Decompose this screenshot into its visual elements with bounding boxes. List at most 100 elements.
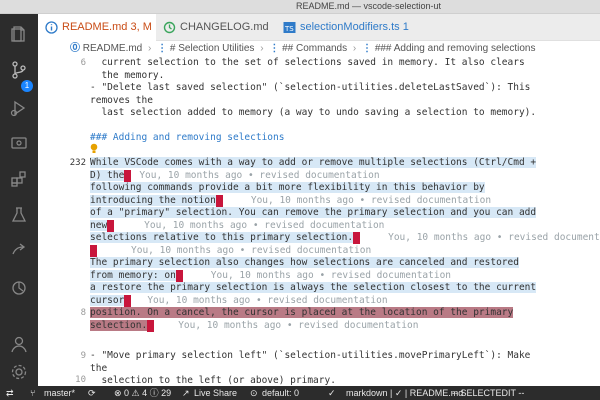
sync-icon[interactable]: ⟳: [88, 387, 96, 399]
tab-status: 1: [402, 21, 409, 33]
source-control-badge: 1: [21, 80, 33, 92]
line-number: 8: [80, 308, 86, 318]
code-line: last selection added to memory (a way to…: [90, 107, 537, 118]
source-control-icon[interactable]: [9, 60, 29, 80]
problems-indicator[interactable]: ⊗ 0 ⚠ 4 ⓘ 29: [114, 387, 171, 399]
port-indicator[interactable]: default: 0: [262, 387, 299, 399]
mode-indicator: -- SELECTEDIT --: [452, 388, 525, 398]
blame-annotation: You, 10 months ago • revised documentati…: [388, 232, 600, 243]
code-area[interactable]: current selection to the set of selectio…: [90, 57, 600, 386]
markdown-icon: ⓪: [70, 43, 80, 54]
code-text: - "Delete last saved selection" (`select…: [90, 82, 531, 93]
tab-label: selectionModifiers.ts: [300, 21, 400, 33]
line-number: 10: [75, 375, 86, 385]
selection-cursor: [215, 194, 223, 207]
live-share-label[interactable]: Live Share: [194, 387, 237, 399]
code-line: current selection to the set of selectio…: [90, 57, 525, 68]
selection-cursor: [124, 169, 132, 182]
editor[interactable]: 6 232 8 9 10 current selection to the se…: [38, 57, 600, 386]
code-line: - "Delete last saved selection" (`select…: [90, 82, 530, 95]
breadcrumb-item[interactable]: ### Adding and removing selections: [375, 43, 536, 54]
remote-indicator-icon[interactable]: ⇄: [6, 387, 14, 399]
line-number-gutter: 6 232 8 9 10: [38, 57, 90, 386]
selection: from memory: on: [90, 269, 176, 281]
code-line: selection to the left (or above) primary…: [90, 375, 336, 386]
title-bar: README.md — vscode-selection-ut: [0, 0, 600, 14]
code-line: removes the: [90, 94, 153, 106]
blame-annotation: You, 10 months ago • revised documentati…: [131, 244, 372, 256]
heading-icon: ⋮: [362, 43, 373, 54]
code-line: While VSCode comes with a way to add or …: [90, 157, 537, 170]
code-line: new You, 10 months ago • revised document…: [90, 219, 385, 233]
code-line: cursor You, 10 months ago • revised docum…: [90, 294, 388, 308]
code-line: D) the You, 10 months ago • revised docum…: [90, 169, 380, 183]
port-indicator-icon[interactable]: ⊙: [250, 387, 258, 399]
live-share-icon[interactable]: ↗: [182, 387, 190, 399]
line-highlight: position. On a cancel, the cursor is pla…: [90, 307, 514, 318]
activity-bar: 1: [0, 14, 38, 386]
blame-annotation: You, 10 months ago • revised documentati…: [178, 319, 419, 331]
code-line: the: [90, 362, 108, 374]
testing-icon[interactable]: [9, 205, 29, 225]
remote-explorer-icon[interactable]: [9, 134, 29, 154]
tab-readme[interactable]: README.md 3, M: [38, 14, 156, 41]
breadcrumb-file[interactable]: README.md: [83, 43, 142, 54]
info-icon: [45, 21, 58, 34]
tab-changelog[interactable]: CHANGELOG.md: [156, 14, 276, 41]
extensions-icon[interactable]: [9, 169, 29, 189]
code-line: introducing the notion You, 10 months ago…: [90, 194, 492, 208]
code-line: selections relative to this primary sele…: [90, 232, 600, 245]
run-debug-icon[interactable]: [9, 98, 29, 118]
typescript-icon: TS: [283, 22, 296, 33]
code-line-current: position. On a cancel, the cursor is pla…: [90, 307, 514, 320]
selection: selections relative to this primary sele…: [90, 232, 354, 243]
selection-cursor: [353, 232, 361, 244]
selection: following commands provide a bit more fl…: [90, 182, 485, 193]
editor-tab-bar: README.md 3, M CHANGELOG.md TS selection…: [38, 14, 600, 41]
code-line: a restore the primary selection is alway…: [90, 282, 537, 295]
blame-annotation: You, 10 months ago • revised documentati…: [144, 219, 385, 231]
heading-icon: ⋮: [157, 43, 168, 54]
breadcrumb-item[interactable]: ## Commands: [282, 43, 347, 54]
tab-selection-modifiers[interactable]: TS selectionModifiers.ts 1: [276, 14, 426, 41]
code-line: - "Move primary selection left" (`select…: [90, 350, 531, 361]
selection: of a "primary" selection. You can remove…: [90, 207, 537, 218]
settings-gear-icon[interactable]: [9, 362, 29, 382]
browser-icon[interactable]: [9, 278, 29, 298]
chevron-right-icon: ›: [148, 43, 152, 54]
code-line: following commands provide a bit more fl…: [90, 182, 485, 195]
tab-status: 3, M: [130, 21, 152, 33]
selection: a restore the primary selection is alway…: [90, 282, 537, 293]
line-highlight: selection.: [90, 319, 148, 331]
check-icon[interactable]: ✓: [328, 387, 336, 399]
selection-cursor: [90, 244, 97, 257]
breadcrumb-item[interactable]: # Selection Utilities: [170, 43, 254, 54]
selection-cursor: [147, 319, 155, 332]
git-branch[interactable]: master*: [44, 387, 75, 399]
selection: While VSCode comes with a way to add or …: [90, 157, 537, 168]
heading-icon: ⋮: [269, 43, 280, 54]
window-title: README.md — vscode-selection-ut: [296, 1, 442, 11]
code-line: You, 10 months ago • revised documentati…: [90, 244, 372, 258]
selection: The primary selection also changes how s…: [90, 257, 519, 268]
svg-text:TS: TS: [284, 25, 294, 33]
blame-annotation: You, 10 months ago • revised documentati…: [250, 194, 492, 206]
chevron-right-icon: ›: [260, 43, 264, 54]
code-line: The primary selection also changes how s…: [90, 257, 519, 270]
live-share-icon[interactable]: [9, 240, 29, 260]
selection-cursor: [107, 219, 115, 232]
selection-cursor: [175, 269, 183, 282]
explorer-icon[interactable]: [9, 24, 29, 44]
code-line-heading: ### Adding and removing selections: [90, 132, 285, 143]
selection: D) the: [90, 169, 125, 181]
line-number: 232: [69, 158, 86, 168]
account-icon[interactable]: [9, 334, 29, 354]
line-number: 6: [80, 58, 86, 68]
language-mode[interactable]: markdown | ✓ | README.md: [346, 387, 463, 399]
code-line: the memory.: [90, 69, 165, 81]
chevron-right-icon: ›: [352, 43, 357, 54]
blame-annotation: You, 10 months ago • revised documentati…: [210, 269, 452, 281]
selection-cursor: [124, 294, 132, 307]
tab-label: CHANGELOG.md: [180, 21, 269, 33]
breadcrumb: ⓪ README.md › ⋮ # Selection Utilities › …: [38, 41, 600, 57]
